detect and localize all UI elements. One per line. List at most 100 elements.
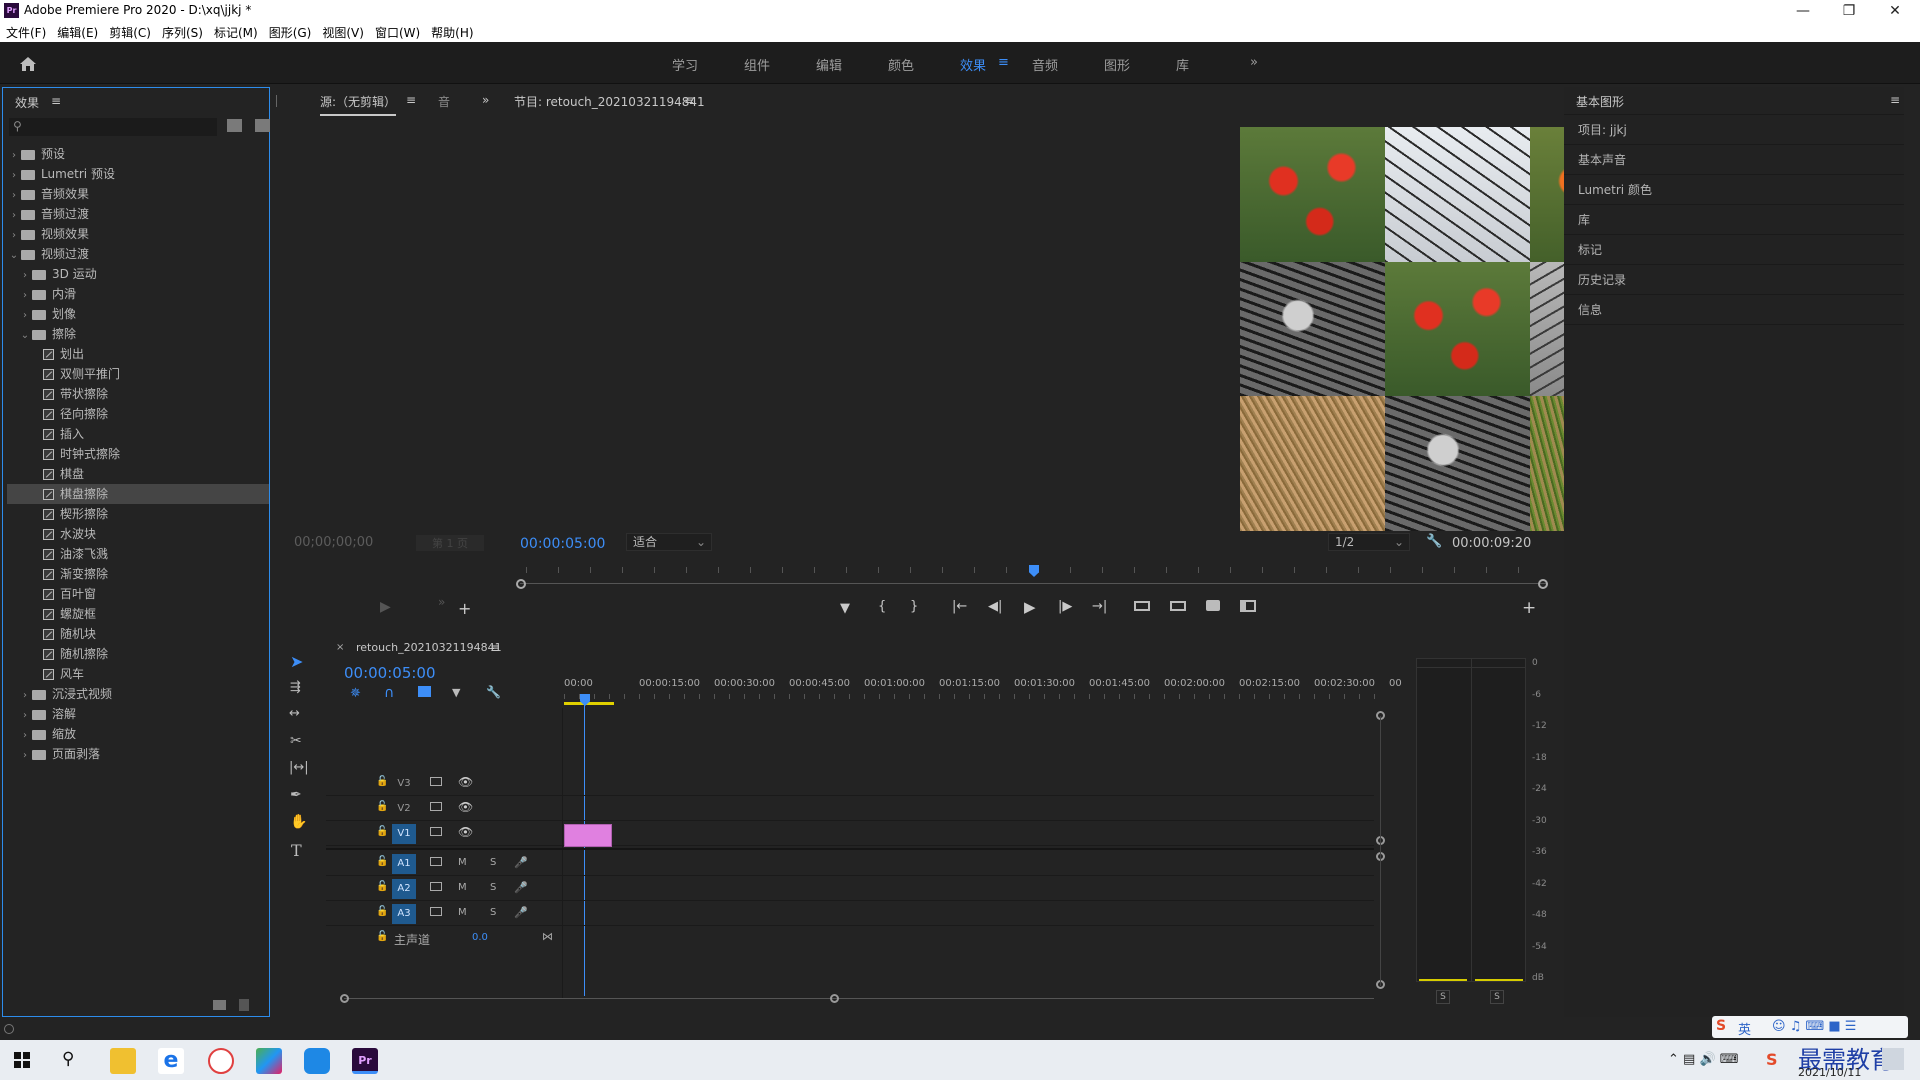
track-target-toggle[interactable]: A2 — [392, 879, 416, 899]
sync-lock-icon[interactable] — [430, 907, 442, 916]
folder-item[interactable]: › 视频效果 — [7, 224, 269, 244]
timeline-horizontal-scroll[interactable] — [344, 998, 1374, 999]
pen-tool-icon[interactable]: ✒ — [290, 787, 302, 803]
effect-item[interactable]: 油漆飞溅 — [7, 544, 269, 564]
close-button[interactable]: ✕ — [1872, 0, 1918, 22]
eye-icon[interactable]: 👁 — [458, 775, 473, 789]
selection-tool-icon[interactable]: ➤ — [290, 652, 303, 671]
sync-lock-icon[interactable] — [430, 802, 442, 811]
chevron-right-icon[interactable]: › — [18, 706, 32, 726]
notification-icon[interactable] — [1882, 1048, 1904, 1070]
sogou-tray-icon[interactable]: S — [1766, 1050, 1778, 1069]
chevron-right-icon[interactable]: › — [7, 226, 21, 246]
folder-item[interactable]: ⌄ 擦除 — [7, 324, 269, 344]
chevron-right-icon[interactable]: › — [18, 306, 32, 326]
video-track[interactable]: 🔓 V3 👁 — [326, 772, 1374, 796]
timeline-menu-icon[interactable]: ≡ — [490, 641, 500, 655]
play-icon[interactable]: ▶ — [1024, 598, 1036, 616]
eye-icon[interactable]: 👁 — [458, 825, 473, 839]
program-add-button-icon[interactable]: + — [1522, 598, 1536, 618]
photos-app-icon[interactable] — [256, 1048, 282, 1074]
program-zoom-bar[interactable] — [520, 583, 1548, 584]
effects-search-input[interactable]: ⚲ — [9, 118, 217, 136]
tablet-app-icon[interactable] — [304, 1048, 330, 1074]
source-menu-icon[interactable]: ≡ — [406, 93, 416, 107]
workspace-graphics[interactable]: 图形 — [1104, 55, 1130, 74]
mark-in-icon[interactable]: { — [878, 599, 886, 614]
mark-out-icon[interactable]: } — [910, 599, 918, 614]
track-target-toggle[interactable]: V3 — [392, 774, 416, 794]
chevron-right-icon[interactable]: › — [7, 186, 21, 206]
menu-sequence[interactable]: 序列(S) — [156, 22, 208, 41]
voiceover-mic-icon[interactable]: 🎤 — [514, 856, 528, 869]
chevron-right-icon[interactable]: › — [7, 146, 21, 166]
audio-track[interactable]: 🔓 A1 M S 🎤 — [326, 852, 1374, 876]
panel-item-libraries[interactable]: 库 — [1564, 205, 1904, 235]
essential-graphics-title[interactable]: 基本图形 — [1576, 93, 1624, 110]
folder-item[interactable]: › 溶解 — [7, 704, 269, 724]
work-area-bar[interactable] — [564, 702, 614, 705]
timeline-timecode[interactable]: 00:00:05:00 — [344, 664, 436, 682]
lock-icon[interactable]: 🔓 — [376, 881, 388, 892]
solo-button[interactable]: S — [490, 907, 496, 918]
folder-item[interactable]: › 内滑 — [7, 284, 269, 304]
timeline-scroll-right-handle[interactable] — [830, 994, 839, 1003]
track-target-toggle[interactable]: V2 — [392, 799, 416, 819]
video-track[interactable]: 🔓 V1 👁 — [326, 822, 1374, 846]
edge-browser-icon[interactable]: e — [158, 1048, 184, 1074]
effect-item[interactable]: 风车 — [7, 664, 269, 684]
timeline-scroll-left-handle[interactable] — [340, 994, 349, 1003]
audio-track[interactable]: 🔓 A3 M S 🎤 — [326, 902, 1374, 926]
folder-item[interactable]: › 缩放 — [7, 724, 269, 744]
resolution-select[interactable]: 1/2 ⌄ — [1328, 533, 1410, 551]
step-forward-icon[interactable]: |▶ — [1058, 599, 1072, 614]
chevron-right-icon[interactable]: › — [18, 746, 32, 766]
go-to-edit-icon[interactable]: ⋈ — [542, 930, 553, 943]
effect-item[interactable]: 棋盘擦除 — [7, 484, 269, 504]
chevron-right-icon[interactable]: › — [18, 266, 32, 286]
effect-item[interactable]: 带状擦除 — [7, 384, 269, 404]
lock-icon[interactable]: 🔓 — [376, 776, 388, 787]
lock-icon[interactable]: 🔓 — [376, 931, 388, 942]
go-to-out-icon[interactable]: →| — [1092, 599, 1107, 614]
windows-start-icon[interactable] — [14, 1052, 30, 1068]
lift-icon[interactable] — [1134, 601, 1150, 611]
go-to-in-icon[interactable]: |← — [952, 599, 967, 614]
track-target-toggle[interactable]: A3 — [392, 904, 416, 924]
folder-item[interactable]: ⌄ 视频过渡 — [7, 244, 269, 264]
workspace-audio[interactable]: 音频 — [1032, 55, 1058, 74]
menu-view[interactable]: 视图(V) — [316, 22, 369, 41]
lock-icon[interactable]: 🔓 — [376, 826, 388, 837]
type-tool-icon[interactable]: T — [291, 841, 302, 860]
folder-item[interactable]: › Lumetri 预设 — [7, 164, 269, 184]
folder-item[interactable]: › 沉浸式视频 — [7, 684, 269, 704]
more-tabs-icon[interactable]: » — [482, 93, 489, 107]
panel-item-project[interactable]: 项目: jjkj — [1564, 115, 1904, 145]
folder-item[interactable]: › 页面剥落 — [7, 744, 269, 764]
nest-icon[interactable]: ✵ — [350, 686, 361, 701]
menu-file[interactable]: 文件(F) — [0, 22, 51, 41]
timeline-settings-wrench-icon[interactable]: 🔧 — [486, 685, 501, 699]
source-add-button-icon[interactable]: + — [458, 599, 471, 618]
effect-item[interactable]: 水波块 — [7, 524, 269, 544]
linked-selection-icon[interactable] — [418, 686, 431, 697]
menu-help[interactable]: 帮助(H) — [425, 22, 478, 41]
panel-item-markers[interactable]: 标记 — [1564, 235, 1904, 265]
master-track[interactable]: 🔓 主声道 0.0 ⋈ — [326, 927, 562, 951]
ripple-edit-tool-icon[interactable]: ↔ — [289, 706, 300, 721]
hand-tool-icon[interactable]: ✋ — [290, 814, 307, 830]
sync-lock-icon[interactable] — [430, 857, 442, 866]
source-play-icon[interactable]: ▶ — [380, 599, 391, 615]
lock-icon[interactable]: 🔓 — [376, 906, 388, 917]
timeline-marker-icon[interactable]: ▼ — [452, 686, 460, 699]
effect-item[interactable]: 插入 — [7, 424, 269, 444]
workspace-menu-icon[interactable]: ≡ — [998, 55, 1009, 70]
chevron-right-icon[interactable]: › — [7, 206, 21, 226]
workspace-libraries[interactable]: 库 — [1176, 55, 1189, 74]
effect-item[interactable]: 棋盘 — [7, 464, 269, 484]
chevron-right-icon[interactable]: › — [18, 726, 32, 746]
search-taskbar-icon[interactable]: ⚲ — [62, 1049, 74, 1069]
effect-item[interactable]: 随机块 — [7, 624, 269, 644]
folder-item[interactable]: › 音频效果 — [7, 184, 269, 204]
panel-item-lumetri-color[interactable]: Lumetri 颜色 — [1564, 175, 1904, 205]
